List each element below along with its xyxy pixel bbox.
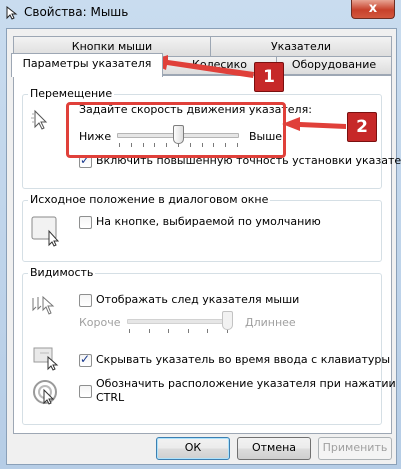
arrow-1-icon xyxy=(148,55,254,78)
dialog-window: Свойства: Мышь x Кнопки мыши Указатели П… xyxy=(0,0,401,469)
tab-pointer-options-label: Параметры указателя xyxy=(22,57,152,70)
annotation-badge-1: 1 xyxy=(254,62,284,92)
arrow-2-icon xyxy=(282,117,346,131)
tab-pointer-options[interactable]: Параметры указателя xyxy=(11,53,163,77)
annotation-badge-2: 2 xyxy=(347,112,377,142)
